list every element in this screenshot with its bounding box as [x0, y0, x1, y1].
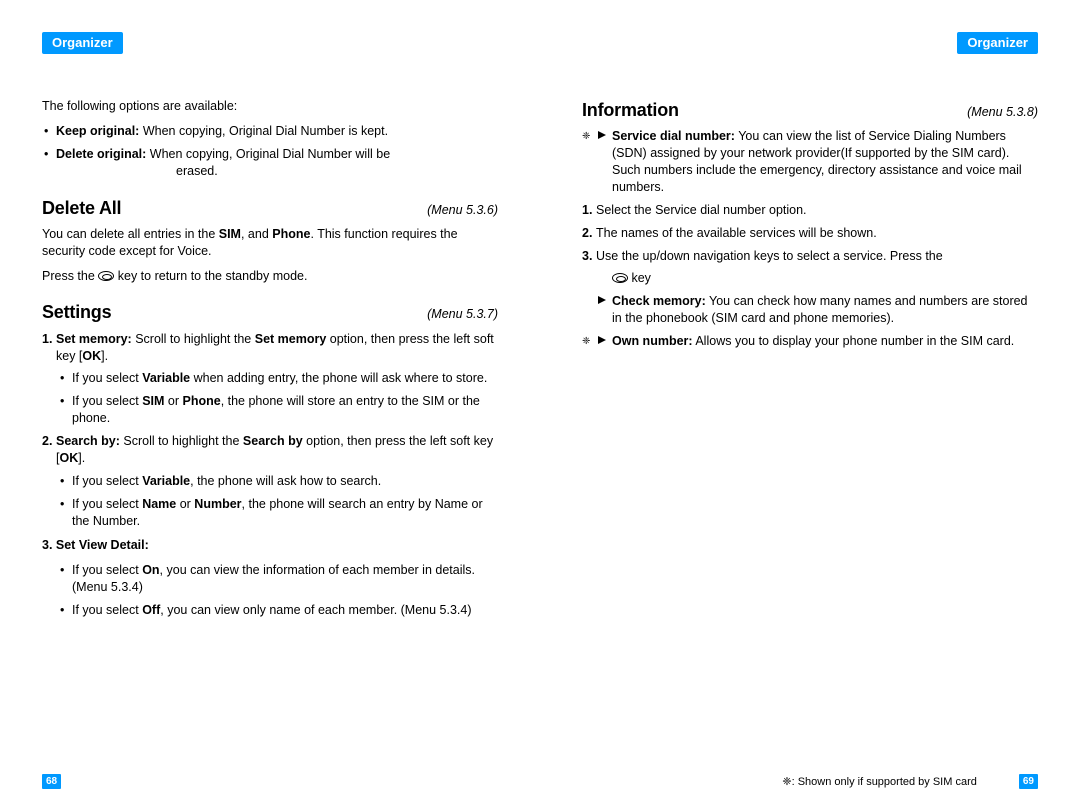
- left-page: Organizer The following options are avai…: [0, 0, 540, 809]
- delete-all-menu: (Menu 5.3.6): [427, 202, 498, 219]
- information-title: Information: [582, 98, 679, 122]
- information-row: Information (Menu 5.3.8): [582, 98, 1038, 122]
- right-page: Organizer Information (Menu 5.3.8) ❈ Ser…: [540, 0, 1080, 809]
- keep-original-label: Keep original:: [56, 124, 139, 138]
- delete-all-desc: You can delete all entries in the SIM, a…: [42, 226, 498, 260]
- end-key-icon: [98, 271, 114, 281]
- info-step-3-key: key: [582, 270, 1038, 287]
- own-number: ❈ Own number: Allows you to display your…: [582, 333, 1038, 350]
- delete-original-label: Delete original:: [56, 147, 146, 161]
- header-left: Organizer: [42, 32, 123, 54]
- info-step-1: 1.Select the Service dial number option.: [582, 202, 1038, 219]
- header-right: Organizer: [957, 32, 1038, 54]
- search-by-item: 2. Search by: Scroll to highlight the Se…: [42, 433, 498, 467]
- settings-menu: (Menu 5.3.7): [427, 306, 498, 323]
- check-memory: Check memory: You can check how many nam…: [582, 293, 1038, 327]
- left-content: The following options are available: Kee…: [42, 54, 498, 774]
- star-triangle-icon: ❈: [582, 335, 608, 345]
- keep-original-item: Keep original: When copying, Original Di…: [42, 123, 498, 140]
- set-view-detail-label: 3. Set View Detail:: [42, 537, 498, 554]
- right-content: Information (Menu 5.3.8) ❈ Service dial …: [582, 54, 1038, 774]
- svd-off: If you select Off, you can view only nam…: [42, 602, 498, 619]
- triangle-icon: [598, 296, 606, 304]
- sm-sim-phone: If you select SIM or Phone, the phone wi…: [42, 393, 498, 427]
- svg-text:❈: ❈: [582, 131, 590, 140]
- star-triangle-icon: ❈: [582, 130, 608, 140]
- information-menu: (Menu 5.3.8): [967, 104, 1038, 121]
- nav-key-icon: [612, 273, 628, 283]
- manual-spread: Organizer The following options are avai…: [0, 0, 1080, 809]
- settings-title: Settings: [42, 300, 111, 324]
- delete-all-title: Delete All: [42, 196, 121, 220]
- delete-original-item: Delete original: When copying, Original …: [42, 146, 498, 180]
- keep-original-text: When copying, Original Dial Number is ke…: [139, 124, 388, 138]
- page-number-right: 69: [1019, 774, 1038, 789]
- info-step-3: 3.Use the up/down navigation keys to sel…: [582, 248, 1038, 265]
- sb-variable: If you select Variable, the phone will a…: [42, 473, 498, 490]
- press-standby: Press the key to return to the standby m…: [42, 268, 498, 285]
- service-dial-number: ❈ Service dial number: You can view the …: [582, 128, 1038, 196]
- intro-text: The following options are available:: [42, 98, 498, 115]
- erased-line: erased.: [56, 163, 498, 180]
- right-footer: ❈: Shown only if supported by SIM card 6…: [582, 774, 1038, 789]
- left-footer: 68: [42, 774, 498, 789]
- settings-row: Settings (Menu 5.3.7): [42, 300, 498, 324]
- page-number-left: 68: [42, 774, 61, 789]
- delete-all-row: Delete All (Menu 5.3.6): [42, 196, 498, 220]
- delete-original-text: When copying, Original Dial Number will …: [146, 147, 390, 161]
- svd-on: If you select On, you can view the infor…: [42, 562, 498, 596]
- set-memory-item: 1. Set memory: Scroll to highlight the S…: [42, 331, 498, 365]
- sm-variable: If you select Variable when adding entry…: [42, 370, 498, 387]
- footnote: ❈: Shown only if supported by SIM card: [782, 775, 977, 788]
- sb-name-number: If you select Name or Number, the phone …: [42, 496, 498, 530]
- info-step-2: 2.The names of the available services wi…: [582, 225, 1038, 242]
- svg-text:❈: ❈: [582, 336, 590, 345]
